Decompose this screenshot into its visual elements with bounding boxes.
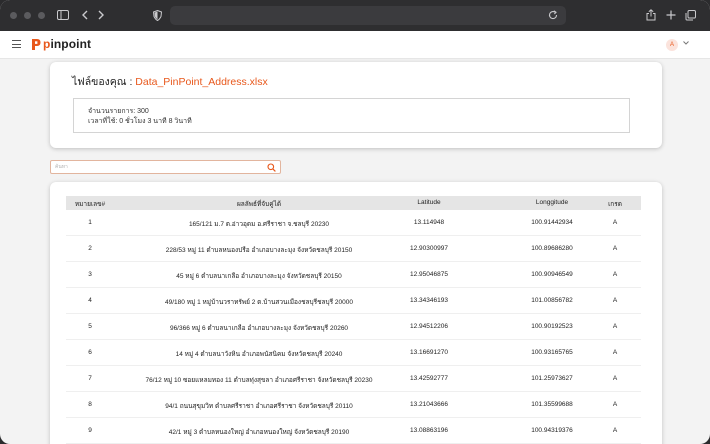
maximize-window-dot[interactable]	[38, 12, 45, 19]
search-input[interactable]: ค้นหา	[50, 160, 281, 174]
column-header-matched-result: ผลลัพธ์ที่จับคู่ได้	[236, 201, 282, 208]
cell-latitude: 13.42592777	[410, 375, 448, 382]
cell-number: 2	[88, 245, 92, 252]
cell-longitude: 100.90192523	[531, 323, 573, 330]
cell-number: 4	[88, 297, 92, 304]
table-row[interactable]: 8 94/1 ถนนสุขุมวิท ตำบลศรีราชา อำเภอศรีรา…	[66, 392, 641, 418]
address-bar[interactable]	[170, 6, 566, 25]
cell-latitude: 13.34346193	[410, 297, 448, 304]
cell-address: 42/1 หมู่ 3 ตำบลหนองใหญ่ อำเภอหนองใหญ่ จ…	[168, 429, 350, 436]
cell-grade: A	[612, 323, 618, 330]
file-stats-box: จำนวนรายการ: 300 เวลาที่ใช้: 0 ชั่วโมง 3…	[73, 98, 630, 133]
new-tab-icon[interactable]	[664, 6, 678, 24]
file-name: Data_PinPoint_Address.xlsx	[135, 76, 268, 88]
cell-grade: A	[612, 219, 618, 226]
chevron-down-icon[interactable]	[683, 40, 689, 47]
reload-icon[interactable]	[546, 6, 560, 24]
app-header: pinpoint A	[0, 31, 710, 59]
cell-address: 96/366 หมู่ 6 ตำบลนาเกลือ อำเภอบางละมุง …	[169, 325, 349, 332]
cell-address: 76/12 หมู่ 10 ซอยแหลมทอง 11 ตำบลทุ่งสุขล…	[145, 377, 373, 384]
cell-grade: A	[612, 375, 618, 382]
cell-longitude: 100.91442934	[531, 219, 573, 226]
close-window-dot[interactable]	[10, 12, 17, 19]
cell-longitude: 100.90946549	[531, 271, 573, 278]
sidebar-toggle-icon[interactable]	[56, 6, 70, 24]
cell-longitude: 101.25973627	[531, 375, 573, 382]
column-header-latitude: Latitude	[417, 199, 441, 206]
cell-address: 165/121 ม.7 ต.อ่าวอุดม อ.ศรีราชา จ.ชลบุร…	[188, 221, 330, 228]
file-title: ไฟล์ของคุณ : Data_PinPoint_Address.xlsx	[72, 76, 268, 88]
search-icon[interactable]	[267, 163, 276, 172]
table-row[interactable]: 3 45 หมู่ 6 ตำบลนาเกลือ อำเภอบางละมุง จัง…	[66, 262, 641, 288]
cell-longitude: 100.93165765	[531, 349, 573, 356]
cell-grade: A	[612, 427, 618, 434]
table-header: หมายเลข# ผลลัพธ์ที่จับคู่ได้ Latitude Lo…	[66, 196, 641, 210]
cell-address: 49/180 หมู่ 1 หมู่บ้านวราทรัพย์ 2 ต.บ้าน…	[165, 299, 353, 306]
cell-number: 9	[88, 427, 92, 434]
share-icon[interactable]	[644, 6, 658, 24]
cell-latitude: 12.95046875	[410, 271, 448, 278]
cell-number: 7	[88, 375, 92, 382]
cell-grade: A	[612, 245, 618, 252]
table-row[interactable]: 7 76/12 หมู่ 10 ซอยแหลมทอง 11 ตำบลทุ่งสุข…	[66, 366, 641, 392]
cell-latitude: 13.08863196	[410, 427, 448, 434]
cell-number: 6	[88, 349, 92, 356]
cell-number: 5	[88, 323, 92, 330]
cell-address: 228/53 หมู่ 11 ตำบลหนองปรือ อำเภอบางละมุ…	[165, 247, 353, 254]
cell-number: 3	[88, 271, 92, 278]
results-card: หมายเลข# ผลลัพธ์ที่จับคู่ได้ Latitude Lo…	[50, 182, 662, 444]
elapsed-time: เวลาที่ใช้: 0 ชั่วโมง 3 นาที 8 วินาที	[88, 118, 192, 125]
cell-grade: A	[612, 271, 618, 278]
column-header-grade: เกรด	[608, 201, 622, 208]
cell-latitude: 13.16691270	[410, 349, 448, 356]
cell-latitude: 13.114948	[413, 219, 445, 226]
cell-latitude: 12.94512206	[410, 323, 448, 330]
pinpoint-logo-icon	[32, 39, 41, 50]
cell-grade: A	[612, 349, 618, 356]
cell-grade: A	[612, 297, 618, 304]
brand-name: pinpoint	[43, 37, 92, 51]
cell-latitude: 13.21043666	[410, 401, 448, 408]
column-header-longitude: Longgitude	[535, 199, 569, 206]
menu-icon[interactable]	[12, 40, 21, 48]
table-row[interactable]: 9 42/1 หมู่ 3 ตำบลหนองใหญ่ อำเภอหนองใหญ่ …	[66, 418, 641, 444]
table-row[interactable]: 6 14 หมู่ 4 ตำบลนาวังหิน อำเภอพนัสนิคม จั…	[66, 340, 641, 366]
back-icon[interactable]	[78, 6, 90, 24]
cell-number: 1	[88, 219, 92, 226]
cell-number: 8	[88, 401, 92, 408]
cell-longitude: 101.35599688	[531, 401, 573, 408]
cell-grade: A	[612, 401, 618, 408]
cell-latitude: 12.90300997	[410, 245, 448, 252]
search-placeholder: ค้นหา	[55, 164, 68, 170]
column-header-number: หมายเลข#	[74, 201, 106, 208]
avatar[interactable]: A	[666, 39, 678, 51]
browser-toolbar	[0, 0, 710, 31]
minimize-window-dot[interactable]	[24, 12, 31, 19]
cell-longitude: 100.94319376	[531, 427, 573, 434]
shield-icon[interactable]	[151, 6, 163, 24]
forward-icon[interactable]	[95, 6, 107, 24]
tab-overview-icon[interactable]	[683, 6, 697, 24]
table-row[interactable]: 1 165/121 ม.7 ต.อ่าวอุดม อ.ศรีราชา จ.ชลบุ…	[66, 210, 641, 236]
cell-address: 45 หมู่ 6 ตำบลนาเกลือ อำเภอบางละมุง จังห…	[176, 273, 342, 280]
cell-longitude: 100.89686280	[531, 245, 573, 252]
table-row[interactable]: 5 96/366 หมู่ 6 ตำบลนาเกลือ อำเภอบางละมุง…	[66, 314, 641, 340]
cell-address: 14 หมู่ 4 ตำบลนาวังหิน อำเภอพนัสนิคม จัง…	[175, 351, 343, 358]
table-row[interactable]: 4 49/180 หมู่ 1 หมู่บ้านวราทรัพย์ 2 ต.บ้า…	[66, 288, 641, 314]
browser-window: pinpoint A ไฟล์ของคุณ : Data_PinPoint_Ad…	[0, 0, 710, 444]
file-summary-card: ไฟล์ของคุณ : Data_PinPoint_Address.xlsx …	[50, 62, 662, 148]
cell-address: 94/1 ถนนสุขุมวิท ตำบลศรีราชา อำเภอศรีราช…	[165, 403, 353, 410]
table-row[interactable]: 2 228/53 หมู่ 11 ตำบลหนองปรือ อำเภอบางละม…	[66, 236, 641, 262]
cell-longitude: 101.00856782	[531, 297, 573, 304]
